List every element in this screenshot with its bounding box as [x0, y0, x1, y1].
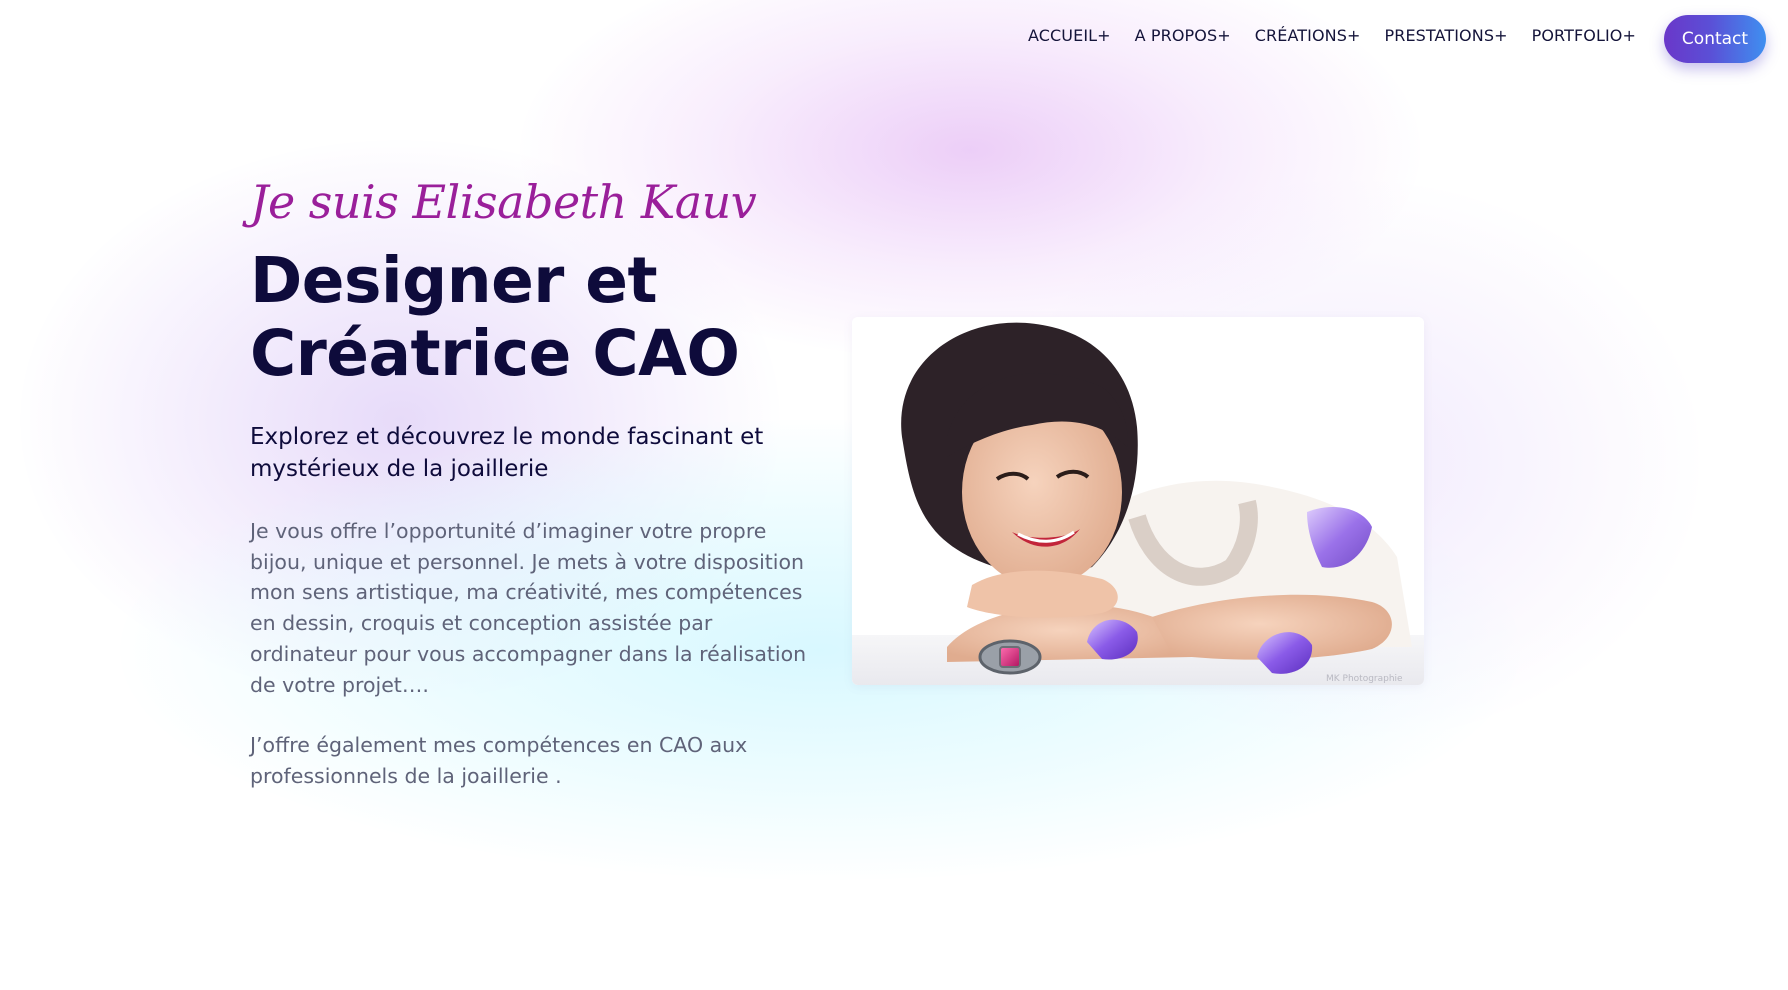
photo-watermark: MK Photographie	[1326, 674, 1403, 684]
main-menu: ACCUEIL+ A PROPOS+ CRÉATIONS+ PRESTATION…	[1028, 26, 1636, 45]
page: ACCUEIL+ A PROPOS+ CRÉATIONS+ PRESTATION…	[0, 0, 1788, 990]
hero-text-column: Je suis Elisabeth Kauv Designer et Créat…	[250, 175, 810, 792]
menu-item-portfolio[interactable]: PORTFOLIO+	[1532, 26, 1636, 45]
portrait-illustration: MK Photographie	[852, 317, 1424, 685]
hero-title-line-2: Créatrice CAO	[250, 317, 740, 391]
hero-subtitle: Explorez et découvrez le monde fascinant…	[250, 424, 764, 483]
portrait-photo: MK Photographie	[852, 317, 1424, 685]
hero-title: Designer et Créatrice CAO	[250, 244, 810, 390]
menu-item-creations[interactable]: CRÉATIONS+	[1255, 26, 1361, 45]
contact-button[interactable]: Contact	[1664, 15, 1766, 63]
hero-paragraph-2: J’offre également mes compétences en CAO…	[250, 733, 748, 789]
menu-item-a-propos[interactable]: A PROPOS+	[1135, 26, 1231, 45]
site-header: ACCUEIL+ A PROPOS+ CRÉATIONS+ PRESTATION…	[0, 0, 1788, 80]
menu-item-accueil[interactable]: ACCUEIL+	[1028, 26, 1111, 45]
hero-paragraph-1: Je vous offre l’opportunité d’imaginer v…	[250, 518, 807, 697]
hero-script-name: Je suis Elisabeth Kauv	[250, 175, 757, 229]
hero-title-line-1: Designer et	[250, 244, 658, 318]
menu-item-prestations[interactable]: PRESTATIONS+	[1385, 26, 1508, 45]
